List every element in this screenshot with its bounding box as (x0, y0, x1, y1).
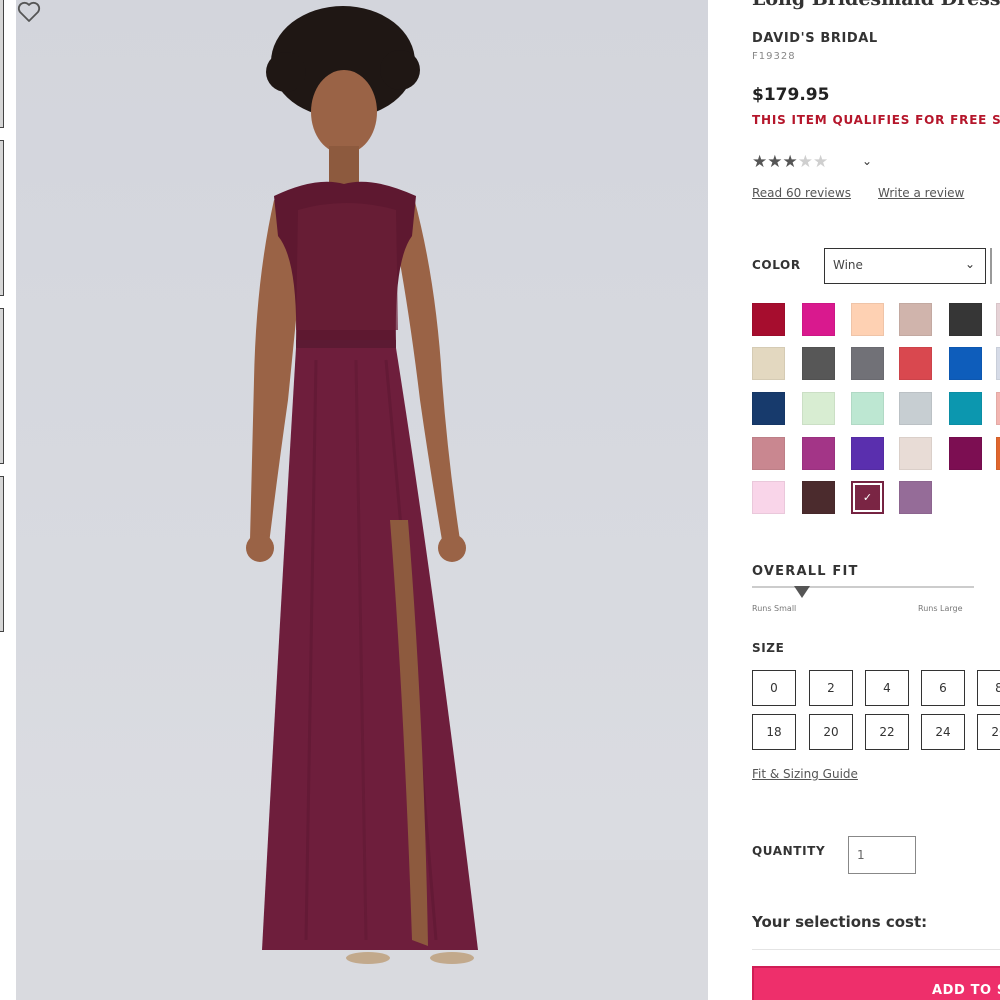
color-swatch[interactable] (949, 392, 982, 425)
size-option[interactable]: 8 (977, 670, 1000, 706)
color-select[interactable]: Wine ⌄ (824, 248, 986, 284)
quantity-input[interactable]: 1 (848, 836, 916, 874)
color-swatch[interactable] (802, 437, 835, 470)
size-option[interactable]: 24 (921, 714, 965, 750)
check-icon: ✓ (862, 491, 873, 504)
chevron-down-icon[interactable]: ⌄ (862, 154, 872, 168)
color-swatch[interactable] (802, 303, 835, 336)
brand-name[interactable]: DAVID'S BRIDAL (752, 31, 878, 46)
heart-icon[interactable] (16, 0, 42, 24)
color-swatch[interactable] (851, 347, 884, 380)
size-option[interactable]: 20 (809, 714, 853, 750)
star-icon: ★ (813, 152, 829, 172)
thumbnail-4[interactable] (0, 476, 4, 632)
color-swatch[interactable] (802, 392, 835, 425)
color-label: COLOR (752, 258, 801, 272)
color-swatch[interactable] (996, 392, 1000, 425)
free-shipping-promo: THIS ITEM QUALIFIES FOR FREE S (752, 113, 1000, 127)
divider (752, 949, 1000, 950)
thumbnail-2[interactable] (0, 140, 4, 296)
color-swatch[interactable]: ✓ (851, 481, 884, 514)
thumbnail-1[interactable] (0, 0, 4, 128)
fit-scale-track (752, 586, 974, 588)
color-swatch[interactable] (802, 347, 835, 380)
color-swatch[interactable] (851, 303, 884, 336)
divider (990, 248, 992, 284)
color-swatch[interactable] (752, 437, 785, 470)
product-page: Long Bridesmaid Dress DAVID'S BRIDAL F19… (0, 0, 1000, 1000)
color-swatch[interactable] (996, 303, 1000, 336)
overall-fit-label: OVERALL FIT (752, 564, 859, 579)
rating-stars[interactable]: ★★★★★ (752, 152, 828, 172)
color-swatch[interactable] (949, 437, 982, 470)
size-option[interactable]: 2 (809, 670, 853, 706)
size-option[interactable]: 26 (977, 714, 1000, 750)
color-swatch[interactable] (899, 392, 932, 425)
color-swatch[interactable] (899, 347, 932, 380)
color-swatch[interactable] (949, 347, 982, 380)
color-swatch[interactable] (802, 481, 835, 514)
color-swatch[interactable] (752, 347, 785, 380)
color-swatch[interactable] (851, 437, 884, 470)
product-title: Long Bridesmaid Dress (752, 0, 1000, 10)
fit-small-label: Runs Small (752, 604, 797, 613)
add-to-bag-button[interactable]: ADD TO S (752, 966, 1000, 1000)
size-option[interactable]: 4 (865, 670, 909, 706)
size-option[interactable]: 22 (865, 714, 909, 750)
star-icon: ★ (767, 152, 783, 172)
star-icon: ★ (797, 152, 813, 172)
model-illustration (16, 6, 708, 1000)
color-swatch[interactable] (996, 347, 1000, 380)
thumbnail-3[interactable] (0, 308, 4, 464)
quantity-label: QUANTITY (752, 844, 826, 858)
size-option[interactable]: 18 (752, 714, 796, 750)
product-details-panel: Long Bridesmaid Dress DAVID'S BRIDAL F19… (708, 0, 1000, 1000)
star-icon: ★ (752, 152, 768, 172)
color-select-value: Wine (833, 258, 863, 272)
color-swatch[interactable] (752, 392, 785, 425)
color-swatch[interactable] (996, 437, 1000, 470)
chevron-down-icon: ⌄ (964, 257, 975, 271)
star-icon: ★ (782, 152, 798, 172)
color-swatch[interactable] (899, 437, 932, 470)
fit-large-label: Runs Large (918, 604, 963, 613)
selections-cost-label: Your selections cost: (752, 913, 928, 931)
thumbnail-strip (0, 0, 6, 1000)
size-option[interactable]: 0 (752, 670, 796, 706)
color-swatch[interactable] (899, 303, 932, 336)
write-review-link[interactable]: Write a review (878, 186, 964, 200)
color-swatch[interactable] (752, 303, 785, 336)
color-swatch[interactable] (949, 303, 982, 336)
product-price: $179.95 (752, 85, 830, 105)
read-reviews-link[interactable]: Read 60 reviews (752, 186, 851, 200)
color-swatch[interactable] (752, 481, 785, 514)
color-swatch[interactable] (851, 392, 884, 425)
color-swatch[interactable] (899, 481, 932, 514)
fit-sizing-guide-link[interactable]: Fit & Sizing Guide (752, 767, 858, 781)
size-option[interactable]: 6 (921, 670, 965, 706)
size-label: SIZE (752, 641, 785, 655)
fit-scale-marker (794, 586, 810, 598)
product-image (16, 0, 708, 1000)
product-sku: F19328 (752, 51, 796, 62)
